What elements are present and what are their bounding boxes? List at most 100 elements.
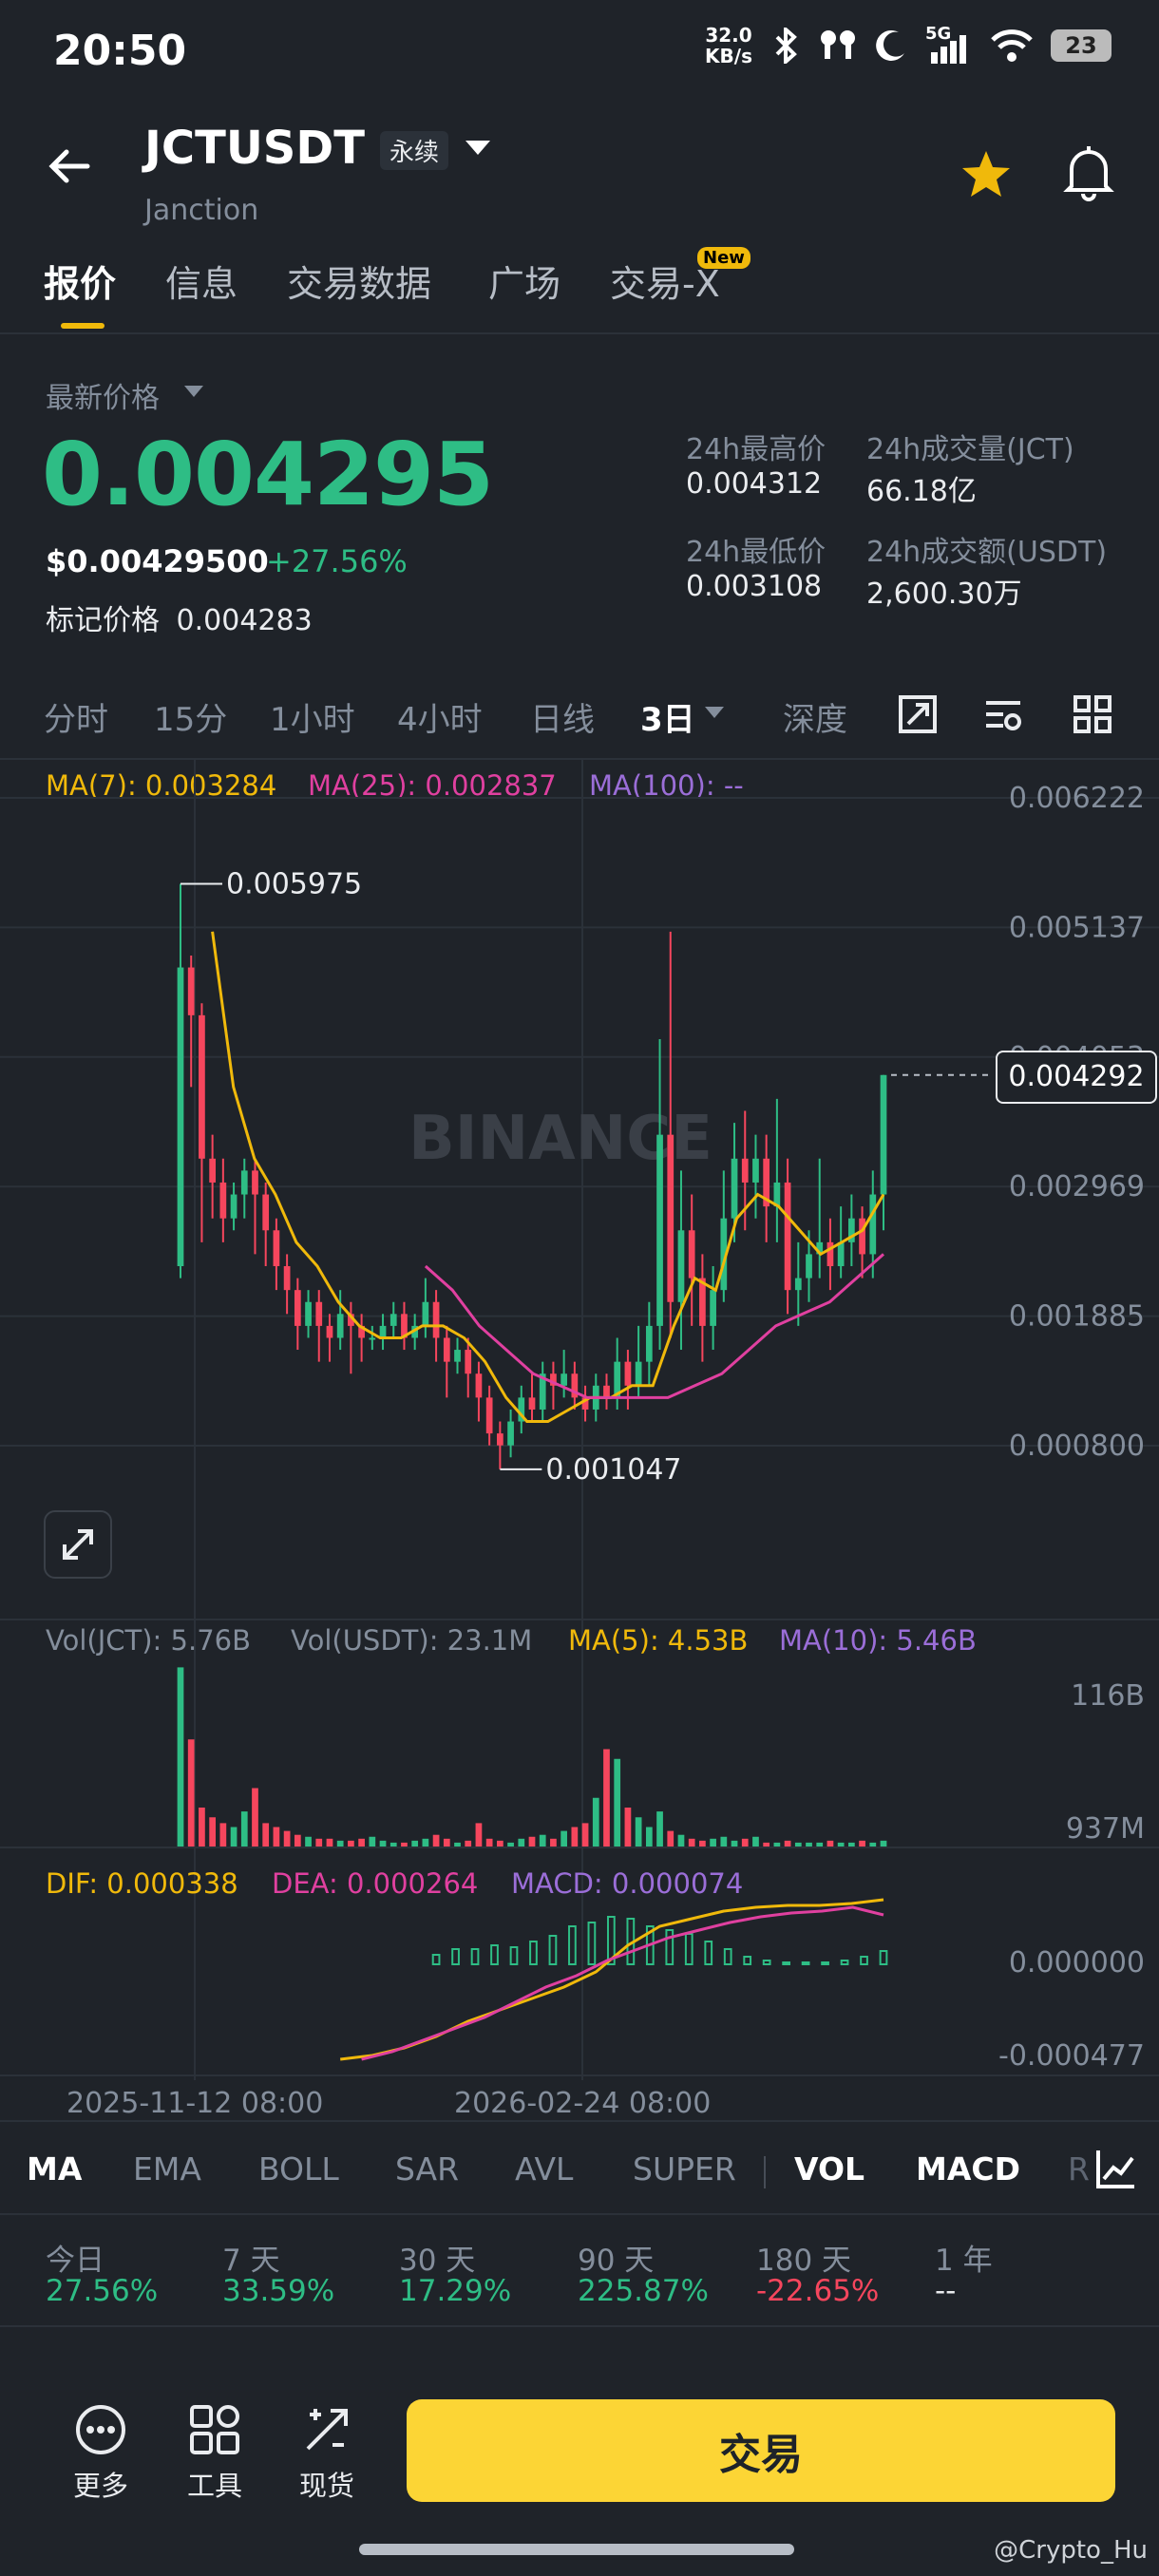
tools-label[interactable]: 工具 xyxy=(175,2464,255,2504)
earbuds-icon xyxy=(821,30,855,59)
more-icon[interactable] xyxy=(74,2403,127,2456)
layout-grid-icon[interactable] xyxy=(1072,693,1113,735)
volume-bar xyxy=(656,1811,663,1847)
macd-bar xyxy=(723,1948,732,1965)
candle-body xyxy=(497,1433,504,1446)
tab-square[interactable]: 广场 xyxy=(488,255,560,307)
interval-3d[interactable]: 3日 xyxy=(640,693,695,740)
candle-body xyxy=(422,1301,429,1326)
indicator-ema[interactable]: EMA xyxy=(133,2150,201,2188)
candle-body xyxy=(667,1134,674,1302)
interval-dropdown-icon[interactable] xyxy=(705,707,724,718)
tab-info[interactable]: 信息 xyxy=(165,255,238,307)
volume-bar xyxy=(603,1749,610,1847)
candle-body xyxy=(794,1278,802,1291)
price-axis-tick: 0.001885 xyxy=(1009,1300,1145,1334)
fullscreen-expand-icon[interactable] xyxy=(44,1510,112,1579)
macd-bar xyxy=(548,1935,558,1965)
volume-bar xyxy=(763,1842,770,1847)
indicator-settings-chart-icon[interactable] xyxy=(1094,2147,1138,2190)
home-indicator[interactable] xyxy=(359,2544,794,2555)
divider xyxy=(0,2120,1159,2122)
candle-body xyxy=(507,1421,514,1446)
macd-bar xyxy=(743,1956,752,1965)
candle-body xyxy=(741,1158,749,1183)
price-type-dropdown-icon[interactable] xyxy=(184,386,203,397)
chart-draw-icon[interactable] xyxy=(897,693,939,735)
perf-1y-value: -- xyxy=(935,2274,957,2308)
volume-bar xyxy=(177,1667,184,1847)
candle-body xyxy=(305,1301,312,1326)
interval-15m[interactable]: 15分 xyxy=(154,693,227,740)
macd-axis-bottom: -0.000477 xyxy=(998,2039,1145,2073)
interval-time[interactable]: 分时 xyxy=(44,693,108,740)
volume-bar xyxy=(560,1830,567,1847)
bell-icon[interactable] xyxy=(1062,144,1115,201)
macd-bar xyxy=(879,1950,888,1965)
indicator-boll[interactable]: BOLL xyxy=(258,2150,339,2188)
last-price-label[interactable]: 最新价格 xyxy=(46,374,160,416)
candles-layer xyxy=(177,883,887,1469)
trade-button[interactable]: 交易 xyxy=(407,2399,1115,2502)
dea-legend: DEA: 0.000264 xyxy=(272,1867,479,1900)
macd-bar xyxy=(684,1933,694,1965)
svg-text:0.005975: 0.005975 xyxy=(226,868,362,901)
moon-icon xyxy=(876,29,904,61)
volume-bar xyxy=(305,1836,312,1847)
favorite-star-icon[interactable] xyxy=(960,148,1013,201)
candle-body xyxy=(752,1158,759,1183)
indicator-avl[interactable]: AVL xyxy=(515,2150,573,2188)
svg-text:0.001047: 0.001047 xyxy=(545,1453,681,1487)
mark-price-value: 0.004283 xyxy=(176,604,313,637)
symbol-title[interactable]: JCTUSDT xyxy=(144,122,365,175)
interval-4h[interactable]: 4小时 xyxy=(397,693,483,740)
indicator-macd[interactable]: MACD xyxy=(916,2150,1020,2188)
candle-body xyxy=(199,1014,205,1159)
tab-quote[interactable]: 报价 xyxy=(44,255,116,307)
indicator-settings-icon[interactable] xyxy=(982,693,1024,735)
volume-bar xyxy=(252,1788,258,1847)
indicator-super[interactable]: SUPER xyxy=(633,2150,736,2188)
vol-base-value: 66.18亿 xyxy=(866,475,977,508)
volume-bar xyxy=(358,1838,365,1847)
spot-label[interactable]: 现货 xyxy=(287,2464,367,2504)
tools-icon[interactable] xyxy=(188,2403,241,2456)
price-axis-tick: 0.000800 xyxy=(1009,1430,1145,1463)
volume-bar xyxy=(806,1842,812,1847)
symbol-dropdown-icon[interactable] xyxy=(466,141,490,155)
candle-body xyxy=(294,1290,301,1326)
macd-bar xyxy=(665,1929,674,1965)
interval-1d[interactable]: 日线 xyxy=(530,693,595,740)
volume-bar xyxy=(539,1834,546,1847)
volume-bar xyxy=(550,1838,557,1847)
interval-1h[interactable]: 1小时 xyxy=(270,693,355,740)
depth-tab[interactable]: 深度 xyxy=(783,693,847,740)
macd-bar xyxy=(840,1960,849,1965)
more-label[interactable]: 更多 xyxy=(61,2464,141,2504)
vol-quote-value: 2,600.30万 xyxy=(866,578,1022,611)
volume-bar xyxy=(592,1797,599,1847)
volume-bar xyxy=(273,1827,280,1847)
candle-body xyxy=(219,1182,227,1219)
indicator-sar[interactable]: SAR xyxy=(395,2150,459,2188)
macd-bar xyxy=(568,1925,577,1965)
volume-bar xyxy=(677,1834,685,1847)
back-arrow-icon[interactable] xyxy=(46,142,93,190)
indicator-vol[interactable]: VOL xyxy=(794,2150,864,2188)
tab-trading-data[interactable]: 交易数据 xyxy=(287,255,431,307)
candle-body xyxy=(806,1254,812,1279)
kline-chart[interactable]: BINANCE 0.0062220.0051370.0040530.002969… xyxy=(0,760,1159,2118)
candle-body xyxy=(273,1230,280,1267)
perf-90d-label: 90 天 xyxy=(578,2244,655,2278)
indicator-rsi[interactable]: R xyxy=(1068,2150,1090,2188)
vol-ma5-legend: MA(5): 4.53B xyxy=(568,1624,749,1657)
indicator-ma[interactable]: MA xyxy=(27,2150,82,2188)
divider xyxy=(0,2325,1159,2327)
candle-body xyxy=(528,1397,536,1410)
candle-body xyxy=(454,1350,461,1362)
volume-bar xyxy=(699,1840,706,1847)
volume-bar xyxy=(688,1838,695,1847)
status-icons: 32.0 KB/s 5G 23 xyxy=(705,24,1112,66)
volume-bar xyxy=(859,1840,865,1847)
spot-swap-icon[interactable] xyxy=(300,2403,353,2456)
